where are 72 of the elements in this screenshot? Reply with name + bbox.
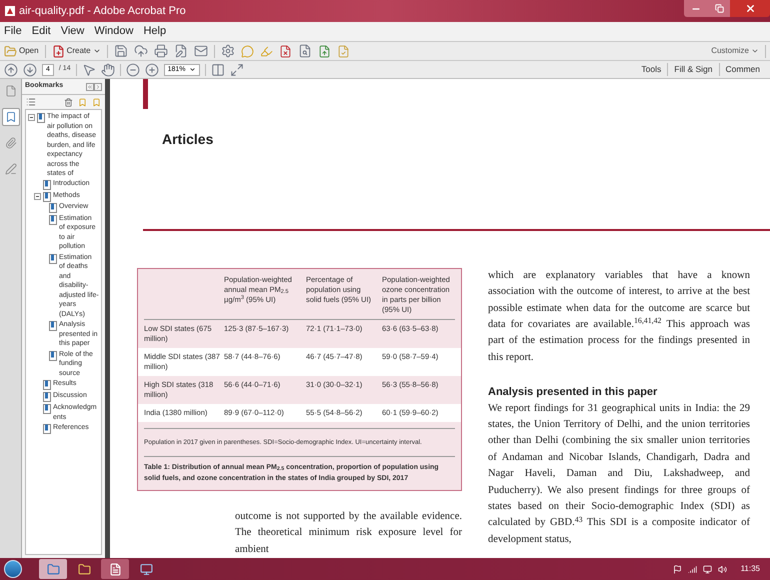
file-x-icon[interactable] [278,44,292,58]
pane-button[interactable] [2,108,20,126]
caret-icon [92,47,101,55]
menu-item[interactable]: View [60,23,84,40]
section-heading: Articles [162,130,214,150]
bookmark-icon[interactable] [92,98,101,106]
new-bookmark-icon[interactable] [78,98,87,106]
restore-icon [714,4,724,13]
file-check-icon[interactable] [336,44,350,58]
pointer-icon[interactable] [82,62,96,76]
menu-item[interactable]: Help [143,23,166,40]
file-plus-icon [52,44,65,58]
subsection-heading: Analysis presented in this paper [488,385,658,400]
file-upload-icon[interactable] [318,44,331,58]
next-page-icon[interactable] [23,62,37,76]
pane-tab[interactable]: Fill & Sign [667,63,719,76]
zoom-out-icon[interactable] [126,62,140,76]
close-button[interactable] [730,0,770,17]
body-paragraph: We report findings for 31 geographical units in India: the 29 states, the Union Territory of Delhi, and the union territories other than Delhi (combining the six smaller union territories of Andaman and Nicobar Islands, Chandigarh, Dadra and Nagar Haveli, Daman and Diu, Lakshadweep, and Puducherry). We also present findings for three groups of states based on their Socio-demographic Index (SDI) as calculated by GBD.$^{43}$ This SDI is a composite indicator of development status, [488,402,750,547]
volume-icon[interactable] [718,564,727,574]
pane-tab[interactable]: Tools [635,63,668,76]
menu-item[interactable]: Window [94,23,134,40]
mail-icon[interactable] [194,44,208,58]
open-button[interactable]: Open [4,44,39,58]
menu-item[interactable]: File [4,23,22,40]
body-paragraph: which are explanatory variables that have a known association with the outcome of interest, to arrive at the best possible estimate when data for the outcome are scarce but data for covariates are available.$^{16,41,42}$ This approach was part of the estimation process for the findings presented in this report. [488,268,750,365]
bookmark-icon [49,321,57,331]
customize-button[interactable]: Customize [711,45,759,57]
start-button[interactable] [4,560,22,578]
body-paragraph: outcome is not supported by the available evidence. The theoretical minimum risk exposure level for ambient [235,510,462,557]
folder-icon [78,562,90,576]
printer-icon[interactable] [154,44,168,58]
bookmark-icon [4,111,16,123]
bookmark-icon [49,350,57,360]
page-icon [4,85,16,97]
close-icon [744,3,756,14]
pen-icon [4,163,16,175]
paperclip-icon [4,137,16,149]
network-icon[interactable] [688,564,697,574]
columns-icon[interactable] [210,62,224,76]
restore-button[interactable] [708,0,730,17]
bookmark-icon [49,254,57,264]
create-button[interactable]: Create [52,44,101,58]
delete-icon[interactable] [64,98,73,106]
menu-item[interactable]: Edit [32,23,51,40]
file-search-icon[interactable] [298,44,312,58]
collapse-toggle[interactable] [34,192,41,200]
collapse-icon[interactable] [86,82,94,90]
folder-icon [4,44,17,58]
taskbar-button[interactable] [39,559,67,579]
bookmark-icon [37,113,45,123]
caret-icon [188,66,196,73]
options-icon[interactable] [26,97,36,107]
window-title: air-quality.pdf - Adobe Acrobat Pro [19,4,186,19]
flag-icon[interactable] [672,564,682,574]
save-icon[interactable] [114,44,128,58]
expand-icon[interactable] [94,82,102,90]
collapse-toggle[interactable] [28,114,35,121]
clock[interactable]: 11:35 [740,563,760,575]
accent-bar [143,79,148,110]
fit-page-icon[interactable] [230,62,244,76]
display-icon[interactable] [702,564,712,574]
caret-icon [751,47,759,55]
settings-icon[interactable] [220,44,235,58]
hand-icon[interactable] [100,62,115,76]
previous-page-icon[interactable] [4,62,18,76]
zoom-in-icon[interactable] [144,62,159,76]
pane-tab[interactable]: Commen [718,63,766,76]
app-icon [140,562,152,576]
edit-document-icon[interactable] [174,44,188,58]
cloud-upload-icon[interactable] [134,44,148,58]
taskbar-button[interactable] [101,559,129,579]
